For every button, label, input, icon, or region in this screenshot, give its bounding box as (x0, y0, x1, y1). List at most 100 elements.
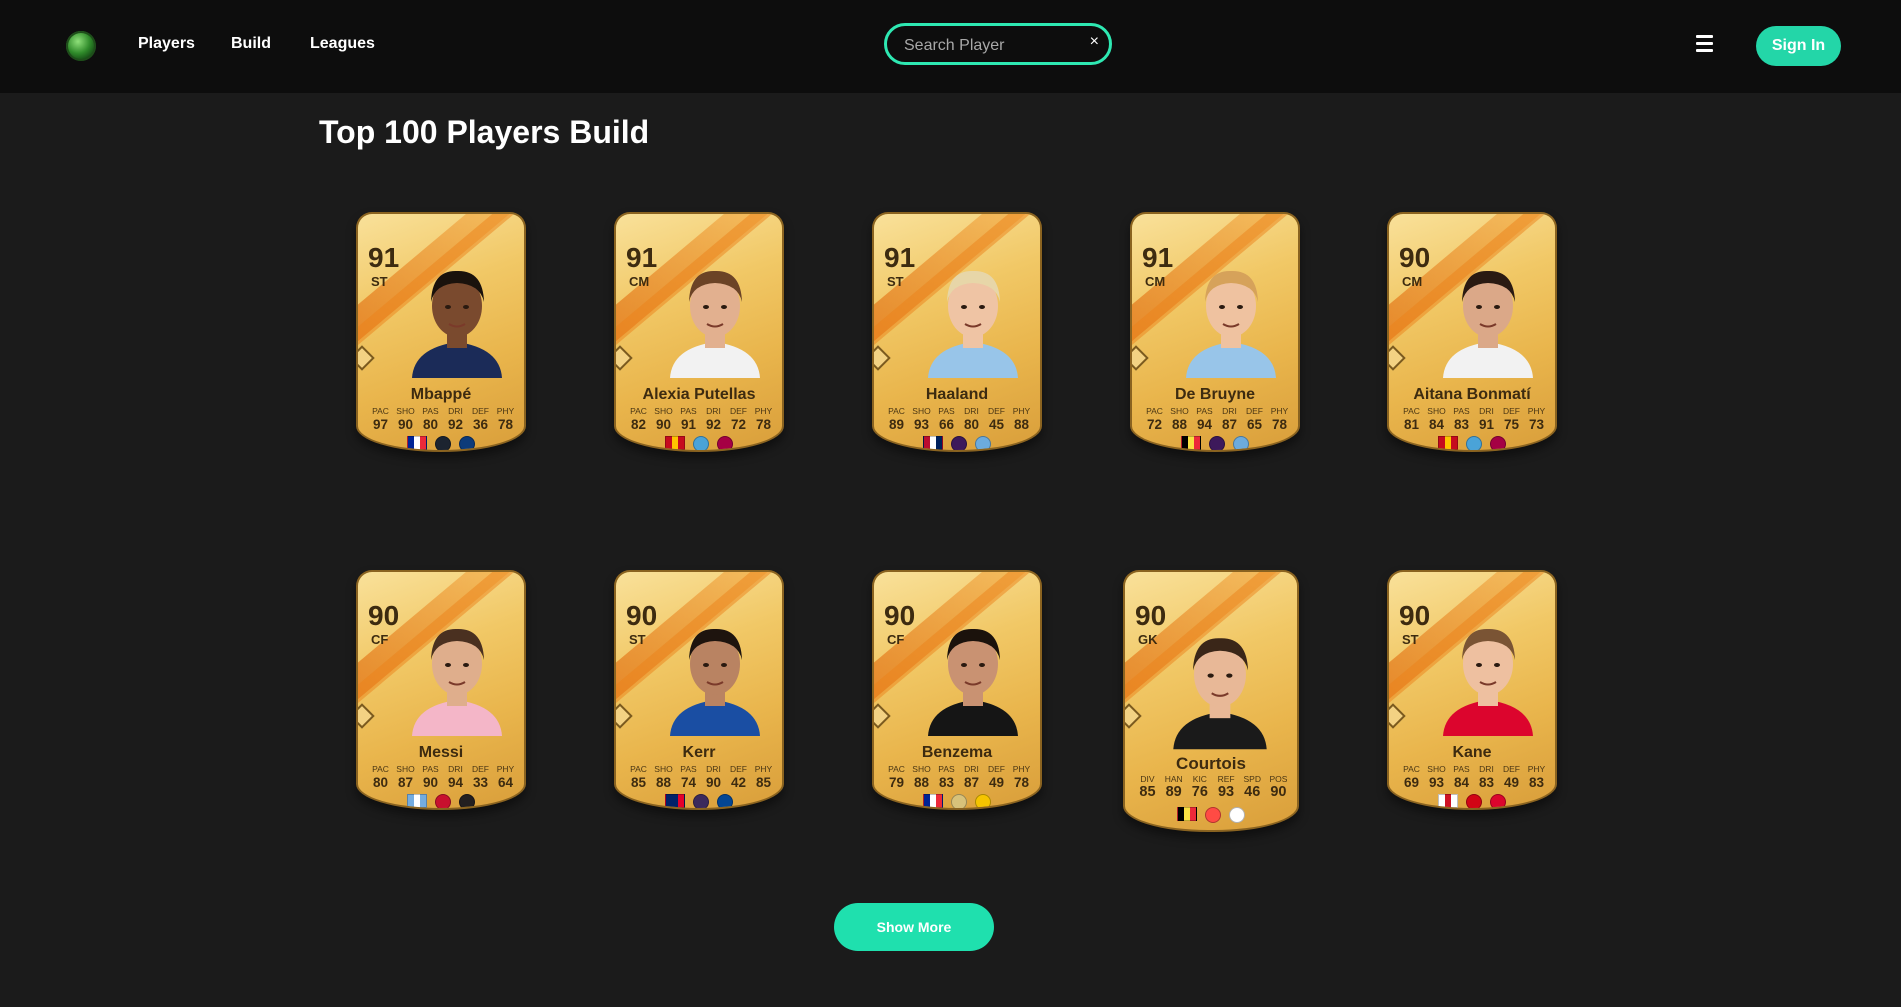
stat-value: 84 (1428, 417, 1445, 432)
stat-value: 87 (963, 775, 980, 790)
club-crest-icon (459, 794, 475, 808)
stat-label: DRI (1479, 764, 1494, 774)
stat: DEF 36 (468, 406, 493, 432)
player-card[interactable]: 90 ST Kane PAC 69 SHO 93 PAS 84 DRI 83 D… (1387, 570, 1557, 810)
player-position: CF (371, 632, 389, 647)
stat-value: 88 (655, 775, 672, 790)
stat-label: PHY (1527, 764, 1546, 774)
site-logo[interactable] (66, 31, 96, 61)
stat: PHY 83 (1524, 764, 1549, 790)
stat-label: PAS (938, 406, 955, 416)
player-name: Courtois (1176, 754, 1246, 773)
stat: PHY 88 (1009, 406, 1034, 432)
player-name: Kerr (682, 744, 716, 761)
player-card[interactable]: 90 CM Aitana Bonmatí PAC 81 SHO 84 PAS 8… (1387, 212, 1557, 452)
player-rating: 90 (884, 600, 916, 631)
stat-value: 36 (472, 417, 489, 432)
stat: DRI 87 (959, 764, 984, 790)
league-logo-icon (951, 436, 967, 450)
league-logo-icon (1466, 794, 1482, 808)
stat-value: 91 (1478, 417, 1495, 432)
card-affiliations (1125, 807, 1297, 823)
stat-label: SHO (396, 764, 415, 774)
player-position: GK (1138, 632, 1158, 647)
stat: PAS 91 (676, 406, 701, 432)
stat: PAC 85 (626, 764, 651, 790)
stat-value: 75 (1503, 417, 1520, 432)
player-stats: PAC 80 SHO 87 PAS 90 DRI 94 DEF 33 PHY 6… (368, 764, 518, 790)
stat-value: 93 (913, 417, 930, 432)
stat-value: 83 (1478, 775, 1495, 790)
player-name: Messi (418, 744, 464, 761)
nav-link-build[interactable]: Build (231, 35, 271, 53)
playstyle-badge-icon (874, 345, 891, 371)
stat: DRI 83 (1474, 764, 1499, 790)
player-name: Benzema (921, 744, 993, 761)
stat-value: 82 (630, 417, 647, 432)
player-card[interactable]: 90 GK Courtois DIV 85 HAN 89 KIC 76 REF … (1123, 570, 1299, 832)
stat: PAS 90 (418, 764, 443, 790)
stat-value: 83 (1453, 417, 1470, 432)
player-card[interactable]: 90 CF Benzema PAC 79 SHO 88 PAS 83 DRI 8… (872, 570, 1042, 810)
nav-link-players[interactable]: Players (138, 35, 195, 53)
stat-value: 78 (755, 417, 772, 432)
stat-value: 94 (447, 775, 464, 790)
stat-value: 92 (447, 417, 464, 432)
stat: PHY 73 (1524, 406, 1549, 432)
stat-label: PAC (1403, 764, 1420, 774)
nation-flag-icon (1181, 436, 1201, 450)
player-stats: PAC 69 SHO 93 PAS 84 DRI 83 DEF 49 PHY 8… (1399, 764, 1549, 790)
stat-value: 92 (705, 417, 722, 432)
stat-label: DEF (472, 406, 489, 416)
stat-label: SHO (654, 764, 673, 774)
player-card[interactable]: 91 ST Haaland PAC 89 SHO 93 PAS 66 DRI 8… (872, 212, 1042, 452)
hamburger-menu-icon[interactable] (1696, 35, 1713, 54)
show-more-button[interactable]: Show More (834, 903, 994, 951)
player-card[interactable]: 90 CF Messi PAC 80 SHO 87 PAS 90 DRI 94 … (356, 570, 526, 810)
playstyle-badge-icon (874, 703, 891, 729)
stat-label: SHO (396, 406, 415, 416)
player-portrait (412, 628, 502, 736)
stat: SPD 46 (1240, 774, 1265, 800)
stat: HAN 89 (1161, 774, 1186, 800)
nav-link-leagues[interactable]: Leagues (310, 35, 375, 53)
stat-label: PAC (1403, 406, 1420, 416)
stat: REF 93 (1214, 774, 1239, 800)
player-rating: 90 (626, 600, 658, 631)
clear-search-icon[interactable]: × (1090, 33, 1099, 51)
stat-value: 64 (497, 775, 514, 790)
stat-value: 90 (655, 417, 672, 432)
player-card[interactable]: 90 ST Kerr PAC 85 SHO 88 PAS 74 DRI 90 D… (614, 570, 784, 810)
sign-in-button[interactable]: Sign In (1756, 26, 1841, 66)
stat-label: SHO (1427, 764, 1446, 774)
club-crest-icon (1490, 794, 1506, 808)
player-portrait (1173, 638, 1267, 750)
stat: DEF 65 (1242, 406, 1267, 432)
stat: SHO 88 (909, 764, 934, 790)
stat-value: 72 (1146, 417, 1163, 432)
club-crest-icon (975, 436, 991, 450)
league-logo-icon (1205, 807, 1221, 823)
player-stats: DIV 85 HAN 89 KIC 76 REF 93 SPD 46 POS 9… (1135, 774, 1291, 800)
stat-value: 87 (397, 775, 414, 790)
stat-label: PAC (630, 764, 647, 774)
player-rating: 91 (1142, 242, 1174, 273)
stat-value: 90 (397, 417, 414, 432)
club-crest-icon (975, 794, 991, 808)
club-crest-icon (459, 436, 475, 450)
stat-value: 45 (988, 417, 1005, 432)
search-input[interactable] (902, 34, 1076, 58)
stat: DEF 33 (468, 764, 493, 790)
stat-value: 49 (988, 775, 1005, 790)
stat-label: PHY (1270, 406, 1289, 416)
stat-value: 78 (497, 417, 514, 432)
playstyle-badge-icon (358, 703, 375, 729)
search-box: × (884, 23, 1112, 65)
player-card[interactable]: 91 CM Alexia Putellas PAC 82 SHO 90 PAS … (614, 212, 784, 452)
league-logo-icon (1466, 436, 1482, 450)
stat-label: DRI (448, 406, 463, 416)
stat: DRI 87 (1217, 406, 1242, 432)
player-card[interactable]: 91 ST Mbappé PAC 97 SHO 90 PAS 80 DRI 92… (356, 212, 526, 452)
player-card[interactable]: 91 CM De Bruyne PAC 72 SHO 88 PAS 94 DRI… (1130, 212, 1300, 452)
player-position: ST (1402, 632, 1419, 647)
